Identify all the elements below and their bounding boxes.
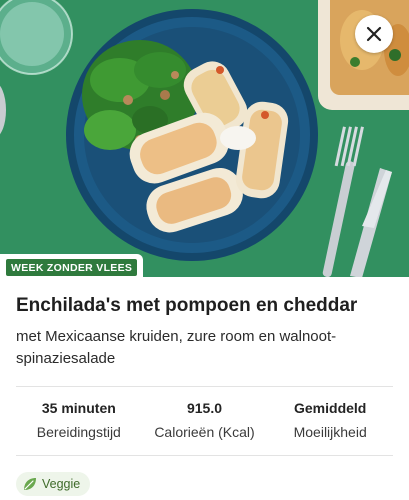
stat-label: Calorieën (Kcal) (154, 424, 255, 440)
week-zonder-vlees-badge: WEEK ZONDER VLEES (6, 259, 138, 276)
stat-label: Bereidingstijd (36, 424, 121, 440)
chip-label: Veggie (42, 477, 81, 491)
veggie-chip[interactable]: Veggie (16, 472, 91, 496)
recipe-hero-image (0, 0, 409, 277)
stat-value: 915.0 (186, 400, 223, 416)
divider-bottom (16, 455, 393, 456)
stat-value: 35 minuten (41, 400, 116, 416)
stat-value: Gemiddeld (294, 400, 367, 416)
close-button[interactable] (355, 15, 393, 53)
recipe-title: Enchilada's met pompoen en cheddar (16, 295, 358, 316)
tag-container: WEEK ZONDER VLEES (0, 254, 144, 280)
recipe-stats: 35 minuten Bereidingstijd 915.0 Calorieë… (16, 398, 393, 448)
stat-calories: 915.0 Calorieën (Kcal) (142, 398, 268, 448)
stat-difficulty: Gemiddeld Moeilijkheid (267, 398, 393, 448)
divider-top (16, 386, 393, 387)
leaf-icon (24, 478, 36, 490)
recipe-subtitle: met Mexicaanse kruiden, zure room en wal… (16, 328, 337, 367)
stat-label: Moeilijkheid (293, 424, 367, 440)
close-icon (366, 26, 382, 42)
stat-prep-time: 35 minuten Bereidingstijd (16, 398, 142, 448)
